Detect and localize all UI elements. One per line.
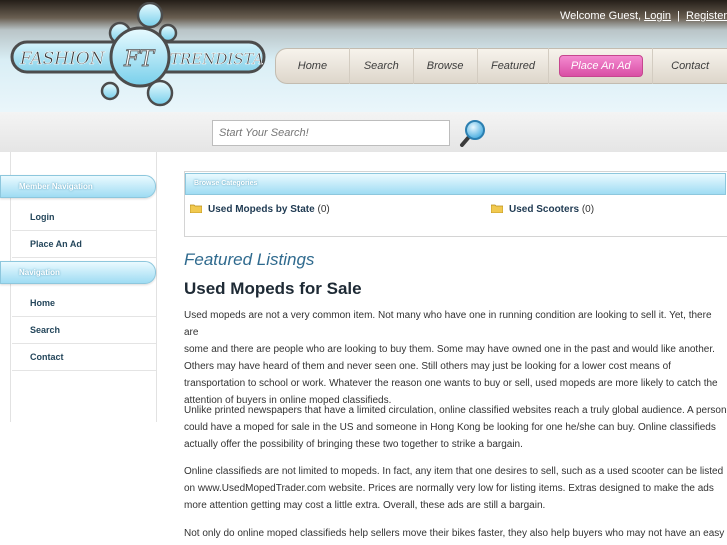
sidebar-item-login[interactable]: Login bbox=[12, 204, 156, 231]
nav-contact[interactable]: Contact bbox=[653, 48, 727, 84]
paragraph-line: some and there are people who are lookin… bbox=[184, 344, 715, 355]
nav-home[interactable]: Home bbox=[276, 48, 350, 84]
register-link[interactable]: Register bbox=[686, 10, 727, 22]
folder-icon bbox=[190, 204, 202, 213]
article-title: Used Mopeds for Sale bbox=[184, 279, 362, 298]
paragraph-line: could have a moped for sale in the US an… bbox=[184, 422, 716, 433]
sidebar-item-place-an-ad[interactable]: Place An Ad bbox=[12, 231, 156, 258]
logo-monogram: FT bbox=[123, 47, 156, 72]
category-count: (0) bbox=[581, 204, 595, 215]
sidebar-heading-navigation: Navigation bbox=[0, 261, 156, 284]
featured-heading: Featured Listings bbox=[184, 250, 315, 269]
magnifier-icon[interactable] bbox=[459, 119, 487, 147]
nav-search[interactable]: Search bbox=[350, 48, 414, 84]
article-paragraph: Online classifieds are not limited to mo… bbox=[184, 463, 727, 514]
sidebar-item-home[interactable]: Home bbox=[12, 290, 156, 317]
paragraph-line: Others may have heard of them and never … bbox=[184, 361, 671, 372]
paragraph-line: more attention getting may cost a little… bbox=[184, 500, 546, 511]
header: Welcome Guest, Login | Register FASHION … bbox=[0, 0, 727, 112]
paragraph-line: actually offer the possibility of bringi… bbox=[184, 439, 523, 450]
nav-featured[interactable]: Featured bbox=[478, 48, 550, 84]
logo-text-right: TRENDISTA bbox=[170, 50, 264, 68]
article-paragraph: Not only do online moped classifieds hel… bbox=[184, 525, 727, 542]
folder-icon bbox=[491, 204, 503, 213]
sidebar-item-contact[interactable]: Contact bbox=[12, 344, 156, 371]
categories-box: Browse Categories Used Mopeds by State (… bbox=[184, 171, 727, 237]
paragraph-line: Online classifieds are not limited to mo… bbox=[184, 466, 724, 477]
category-link-used-mopeds[interactable]: Used Mopeds by State bbox=[208, 204, 315, 215]
logo-text-left: FASHION bbox=[19, 49, 106, 69]
paragraph-line: transportation to school or work. Whatev… bbox=[184, 378, 718, 389]
welcome-separator: | bbox=[677, 10, 680, 22]
paragraph-line: Not only do online moped classifieds hel… bbox=[184, 528, 725, 539]
login-link[interactable]: Login bbox=[644, 10, 671, 22]
sidebar-heading-member: Member Navigation bbox=[0, 175, 156, 198]
article-paragraph: Unlike printed newspapers that have a li… bbox=[184, 402, 727, 453]
category-count: (0) bbox=[317, 204, 330, 215]
welcome-text: Welcome Guest, bbox=[559, 10, 642, 22]
nav-browse[interactable]: Browse bbox=[414, 48, 478, 84]
paragraph-line: Unlike printed newspapers that have a li… bbox=[184, 405, 727, 416]
paragraph-line: on www.UsedMopedTrader.com website. Pric… bbox=[184, 483, 714, 494]
main-nav: Home Search Browse Featured Place An Ad … bbox=[275, 48, 727, 84]
welcome-bar: Welcome Guest, Login | Register bbox=[560, 10, 727, 22]
categories-heading: Browse Categories bbox=[185, 173, 726, 195]
category-item: Used Scooters (0) bbox=[491, 204, 594, 215]
paragraph-line: Used mopeds are not a very common item. … bbox=[184, 310, 712, 338]
nav-place-an-ad[interactable]: Place An Ad bbox=[558, 55, 643, 77]
category-link-used-scooters[interactable]: Used Scooters bbox=[509, 204, 579, 215]
page: Welcome Guest, Login | Register FASHION … bbox=[0, 0, 727, 545]
nav-place-an-ad-cell: Place An Ad bbox=[549, 48, 654, 84]
site-logo[interactable]: FASHION FT TRENDISTA bbox=[10, 2, 268, 110]
category-item: Used Mopeds by State (0) bbox=[190, 204, 330, 215]
article-paragraph: Used mopeds are not a very common item. … bbox=[184, 307, 727, 409]
search-input[interactable] bbox=[212, 120, 450, 146]
sidebar-item-search[interactable]: Search bbox=[12, 317, 156, 344]
